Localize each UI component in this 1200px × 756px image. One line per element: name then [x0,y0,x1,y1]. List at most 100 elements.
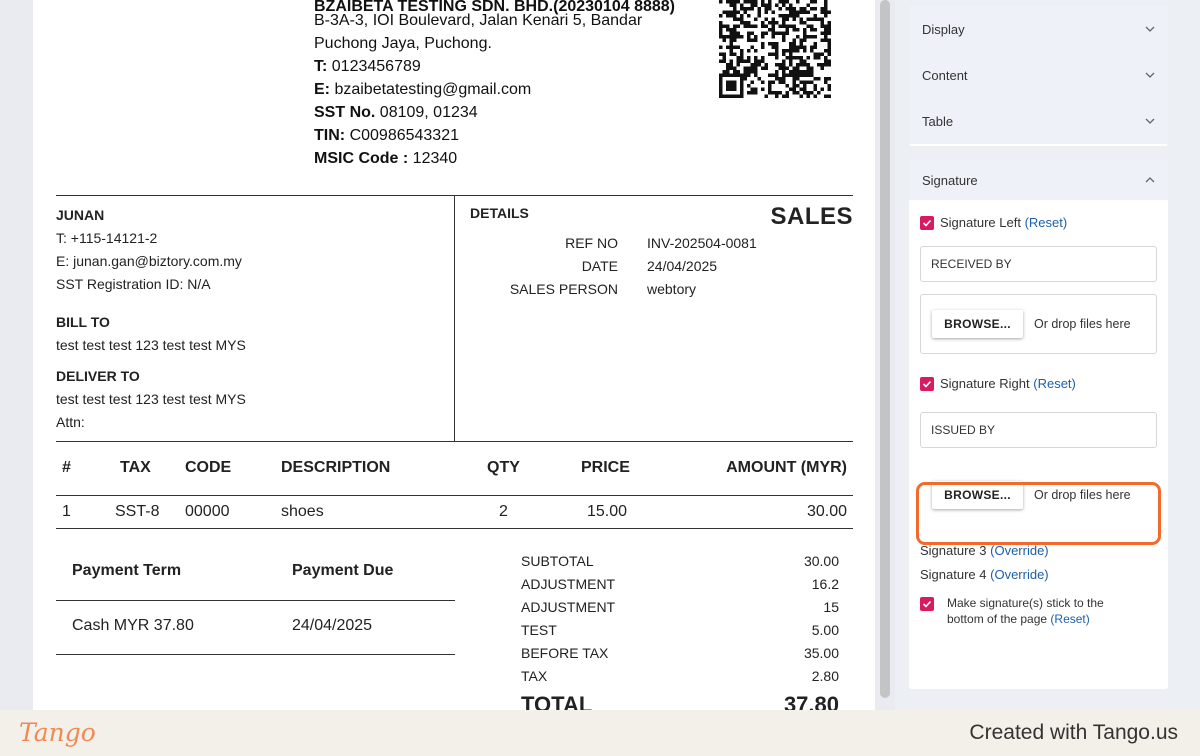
deliver-to-label: DELIVER TO [56,368,140,384]
signature-left-reset-link[interactable]: (Reset) [1025,215,1068,230]
signature-left-checkbox[interactable] [920,215,934,230]
signature-3-override-link[interactable]: (Override) [990,543,1049,558]
accordion-content-label: Content [922,67,968,83]
divider [56,528,853,529]
scrollbar-thumb[interactable] [880,0,890,698]
col-code: CODE [185,459,232,476]
accordion-signature[interactable]: Signature [909,160,1168,200]
deliver-to-address: test test test 123 test test MYS [56,391,246,407]
payment-term-label: Payment Term [72,562,182,579]
chevron-down-icon [1145,72,1155,78]
signature-settings: Signature Left (Reset) RECEIVED BY BROWS… [909,215,1168,627]
company-email: E: bzaibetatesting@gmail.com [314,81,532,98]
settings-accordion-group: Display Content Table [909,6,1168,146]
company-tin: TIN: C00986543321 [314,127,459,144]
signature-left-option: Signature Left (Reset) [920,215,1157,230]
divider [56,600,455,601]
signature-right-label: Signature Right [940,376,1030,391]
accordion-display-label: Display [922,21,965,37]
attn: Attn: [56,414,85,430]
bill-to-label: BILL TO [56,314,110,330]
item-amount: 30.00 [806,503,847,520]
company-info: BZAIBETA TESTING SDN. BHD.(20230104 8888… [314,0,675,170]
totals-row: TAX 2.80 [521,668,839,684]
totals-row: SUBTOTAL 30.00 [521,553,839,569]
col-tax: TAX [120,459,151,476]
details-heading: DETAILS [470,205,529,221]
signature-3-option: Signature 3 (Override) [920,543,1157,558]
payment-due: 24/04/2025 [292,617,373,634]
divider [56,654,455,655]
totals-row: ADJUSTMENT 15 [521,599,839,615]
accordion-content[interactable]: Content [909,52,1168,98]
chevron-down-icon [1145,26,1155,32]
customer-tel: T: +115-14121-2 [56,230,158,246]
company-name: BZAIBETA TESTING SDN. BHD.(20230104 8888… [314,0,675,15]
highlight-annotation [916,482,1161,545]
signature-right-title-input[interactable]: ISSUED BY [920,412,1157,448]
deliver-to: DELIVER TO test test test 123 test test … [56,365,246,434]
signature-3-label: Signature 3 [920,543,987,558]
chevron-up-icon [1145,177,1155,183]
bill-to: BILL TO test test test 123 test test MYS [56,311,246,357]
details-row: REF NO INV-202504-0081 [565,235,757,251]
stick-bottom-reset-link[interactable]: (Reset) [1050,612,1089,626]
signature-4-override-link[interactable]: (Override) [990,567,1049,582]
item-price: 15.00 [587,503,628,520]
qr-code [719,0,831,98]
document-type: SALES [770,203,853,230]
chevron-down-icon [1145,118,1155,124]
divider [56,441,853,442]
signature-right-checkbox[interactable] [920,376,934,391]
divider [56,495,853,496]
drop-hint: Or drop files here [1034,317,1131,331]
totals-row: TEST 5.00 [521,622,839,638]
check-icon [922,219,932,227]
signature-right-reset-link[interactable]: (Reset) [1033,376,1076,391]
item-tax: SST-8 [115,503,160,520]
invoice-preview: BZAIBETA TESTING SDN. BHD.(20230104 8888… [33,0,875,710]
signature-right-option: Signature Right (Reset) [920,376,1157,391]
accordion-table[interactable]: Table [909,98,1168,144]
company-msic: MSIC Code : 12340 [314,150,458,167]
check-icon [922,380,932,388]
company-tel: T: 0123456789 [314,58,421,75]
stick-bottom-option: Make signature(s) stick to the bottom of … [920,595,1157,627]
payment-due-label: Payment Due [292,562,394,579]
accordion-signature-label: Signature [922,172,978,188]
signature-4-option: Signature 4 (Override) [920,567,1157,582]
totals: SUBTOTAL 30.00 ADJUSTMENT 16.2 ADJUSTMENT 1… [521,550,839,710]
accordion-display[interactable]: Display [909,6,1168,52]
company-sst: SST No. 08109, 01234 [314,104,478,121]
check-icon [922,600,932,608]
tango-logo: Tango [19,718,96,747]
accordion-table-label: Table [922,113,954,129]
totals-row: BEFORE TAX 35.00 [521,645,839,661]
customer-sst: SST Registration ID: N/A [56,276,211,292]
col-qty: QTY [487,459,520,476]
item-qty: 2 [499,503,508,520]
signature-panel: Signature Signature Left (Reset) RECEIVE… [909,160,1168,689]
bill-to-address: test test test 123 test test MYS [56,337,246,353]
stick-bottom-checkbox[interactable] [920,597,934,611]
details-row: SALES PERSON webtory [509,281,697,297]
divider [454,195,455,442]
signature-left-title-input[interactable]: RECEIVED BY [920,246,1157,282]
signature-left-dropzone[interactable]: BROWSE... Or drop files here [920,294,1157,354]
details-table: REF NO INV-202504-0081 DATE 24/04/2025 SAL… [470,232,850,301]
item-code: 00000 [185,503,230,520]
company-address-2: Puchong Jaya, Puchong. [314,35,492,52]
totals-row: ADJUSTMENT 16.2 [521,576,839,592]
signature-4-label: Signature 4 [920,567,987,582]
customer-info: JUNAN T: +115-14121-2 E: junan.gan@bizto… [56,204,242,296]
stick-bottom-label: Make signature(s) stick to the bottom of … [947,596,1104,626]
payment-term: Cash MYR 37.80 [72,617,194,634]
customer-name: JUNAN [56,207,105,223]
details-row: DATE 24/04/2025 [581,258,718,274]
customer-email: E: junan.gan@biztory.com.my [56,253,242,269]
item-no: 1 [62,503,71,520]
col-no: # [62,459,71,476]
tango-credit: Created with Tango.us [969,721,1178,744]
signature-left-browse-button[interactable]: BROWSE... [932,310,1023,338]
col-amount: AMOUNT (MYR) [726,459,847,476]
